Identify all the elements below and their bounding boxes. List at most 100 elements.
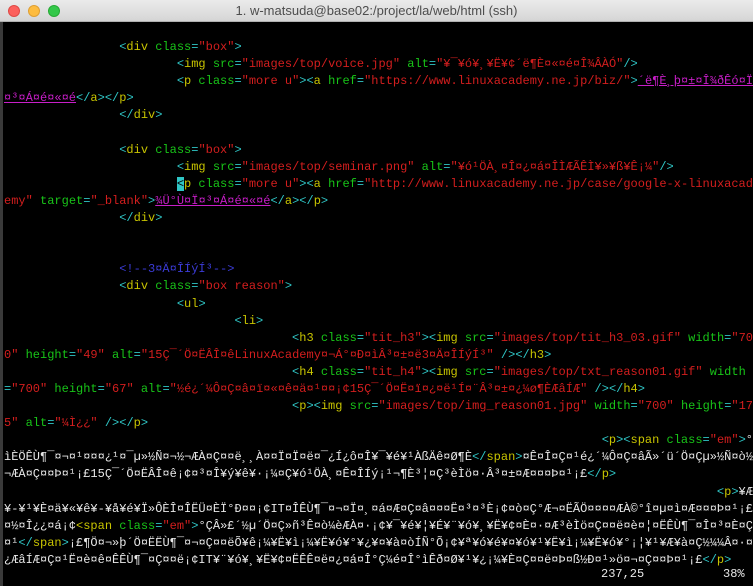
- code-line[interactable]: <li>: [4, 313, 753, 330]
- code-line[interactable]: </div>: [4, 210, 753, 227]
- tag-punctuation: ><: [616, 433, 631, 448]
- text: [4, 108, 119, 122]
- tag-punctuation: </: [270, 193, 285, 208]
- code-line[interactable]: <p class="more u"><a href="https://www.l…: [4, 73, 753, 107]
- attribute-value: "images/top/seminar.png": [241, 159, 415, 174]
- tag-name: a: [284, 193, 293, 208]
- attribute-value: "em": [709, 433, 739, 448]
- tag-punctuation: =: [356, 176, 365, 191]
- link-text: ¾Ü°Ù¤Ï¤³¤Á¤é¤«¤é: [155, 193, 271, 208]
- tag-punctuation: =: [486, 364, 494, 379]
- text: [4, 40, 119, 54]
- attribute-name: href: [320, 176, 357, 191]
- tag-name: h4: [623, 381, 638, 396]
- text: [4, 57, 177, 71]
- attribute-name: class: [659, 433, 703, 448]
- attribute-name: alt: [133, 381, 163, 396]
- tag-name: h4: [299, 364, 314, 379]
- tag-punctuation: >: [637, 381, 645, 396]
- attribute-name: height: [673, 399, 725, 414]
- code-line[interactable]: <div class="box reason">: [4, 278, 753, 295]
- code-line[interactable]: <img src="images/top/voice.jpg" alt="¥¯¥…: [4, 56, 753, 73]
- attribute-name: alt: [104, 347, 134, 362]
- attribute-value: "more u": [241, 176, 300, 191]
- text: [4, 314, 234, 328]
- window-controls: [8, 5, 60, 17]
- attribute-name: height: [47, 381, 98, 396]
- code-line[interactable]: [4, 22, 753, 39]
- attribute-name: src: [457, 330, 487, 345]
- tag-name: a: [313, 74, 321, 89]
- code-area[interactable]: <div class="box"> <img src="images/top/v…: [3, 22, 753, 569]
- tag-punctuation: ><: [299, 74, 314, 89]
- tag-punctuation: >: [731, 484, 739, 499]
- tag-punctuation: >: [544, 347, 552, 362]
- attribute-name: class: [148, 40, 192, 55]
- attribute-name: class: [191, 74, 235, 89]
- code-line[interactable]: <!--3¤Ä¤ÎÍýÍ³-->: [4, 261, 753, 278]
- attribute-name: class: [112, 518, 156, 533]
- tag-punctuation: <: [176, 57, 185, 72]
- tag-name: a: [313, 176, 321, 191]
- attribute-value: "700": [637, 399, 674, 414]
- text: [4, 262, 119, 276]
- attribute-value: "more u": [241, 74, 300, 89]
- tag-punctuation: </: [587, 467, 602, 482]
- attribute-value: "box": [198, 142, 235, 157]
- code-line[interactable]: [4, 227, 753, 244]
- text: [4, 211, 119, 225]
- attribute-value: "images/top/tit_h3_03.gif": [493, 330, 681, 345]
- text: [4, 143, 119, 157]
- tag-name: div: [126, 142, 149, 157]
- attribute-value: "700": [11, 381, 48, 396]
- tag-punctuation: >: [320, 193, 329, 208]
- code-line[interactable]: <h4 class="tit_h4"><img src="images/top/…: [4, 364, 753, 398]
- tag-punctuation: =: [234, 176, 242, 191]
- code-line[interactable]: <p><img src="images/top/img_reason01.jpg…: [4, 398, 753, 432]
- code-line[interactable]: [4, 244, 753, 261]
- code-line[interactable]: <div class="box">: [4, 142, 753, 159]
- attribute-name: alt: [18, 416, 48, 431]
- text: [4, 74, 177, 88]
- tag-name: p: [601, 467, 609, 482]
- code-line[interactable]: <div class="box">: [4, 39, 753, 56]
- attribute-name: target: [32, 193, 84, 208]
- tag-punctuation: =: [234, 57, 242, 72]
- code-line[interactable]: <ul>: [4, 296, 753, 313]
- code-line[interactable]: <p class="more u"><a href="http://www.li…: [4, 176, 753, 210]
- tag-punctuation: >: [155, 108, 163, 123]
- minimize-button[interactable]: [28, 5, 40, 17]
- attribute-name: alt: [414, 159, 444, 174]
- maximize-button[interactable]: [48, 5, 60, 17]
- vim-editor[interactable]: <div class="box"> <img src="images/top/v…: [0, 22, 753, 586]
- attribute-value: "images/top/voice.jpg": [241, 57, 401, 72]
- tag-punctuation: ></: [292, 193, 314, 208]
- attribute-value: "images/top/img_reason01.jpg": [378, 399, 588, 414]
- attribute-name: class: [148, 279, 192, 294]
- comment: <!--3¤Ä¤ÎÍýÍ³-->: [119, 262, 235, 277]
- attribute-value: "https://www.linuxacademy.ne.jp/biz/": [364, 74, 631, 89]
- code-line[interactable]: [4, 125, 753, 142]
- tag-punctuation: >: [738, 433, 746, 448]
- tag-punctuation: >: [140, 416, 149, 431]
- close-button[interactable]: [8, 5, 20, 17]
- tag-punctuation: >: [256, 313, 264, 328]
- tag-punctuation: <: [601, 433, 609, 448]
- tag-punctuation: >: [630, 74, 638, 89]
- tag-punctuation: <: [176, 74, 185, 89]
- code-line[interactable]: <p><span class="em">°ìÈÖÊÙ¶¯¤¬¤¹¤¤¤¿¹¤¯µ…: [4, 432, 753, 483]
- code-line[interactable]: <p>¥Æ¥-¥¹¥È¤ä¥«¥ê¥-¥å¥é¥Ï»ÔÈÎ¤ÎËÜ¤ÈÏ°Ð¤¤…: [4, 484, 753, 569]
- tag-name: img: [320, 399, 343, 414]
- tag-punctuation: >: [724, 552, 732, 567]
- attribute-name: width: [587, 399, 631, 414]
- code-line[interactable]: <h3 class="tit_h3"><img src="images/top/…: [4, 330, 753, 364]
- tag-name: div: [133, 108, 156, 123]
- code-line[interactable]: <img src="images/top/seminar.png" alt="¥…: [4, 159, 753, 176]
- tag-punctuation: >: [198, 296, 206, 311]
- tag-name: p: [133, 416, 141, 431]
- attribute-name: width: [702, 364, 746, 379]
- code-line[interactable]: </div>: [4, 107, 753, 124]
- tag-punctuation: />: [623, 57, 638, 72]
- cursor: <: [176, 176, 185, 191]
- attribute-name: href: [320, 74, 357, 89]
